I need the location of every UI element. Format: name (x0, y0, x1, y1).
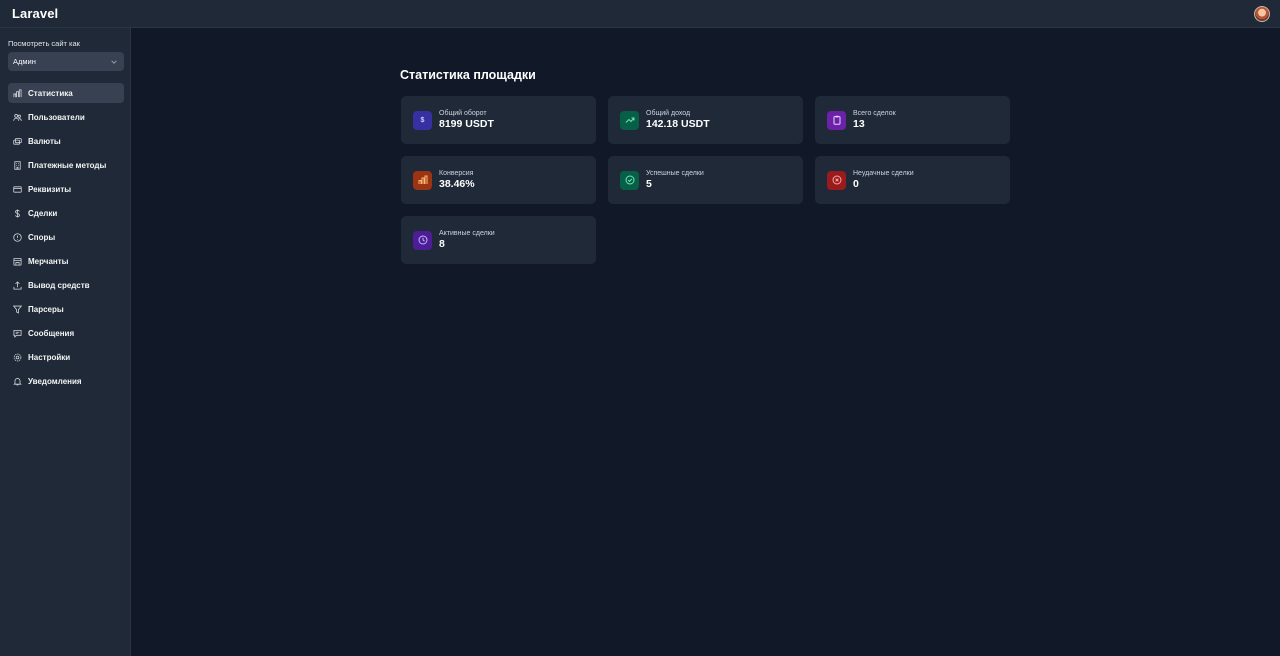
stat-value: 13 (853, 118, 865, 130)
sidebar-item-currencies[interactable]: Валюты (8, 131, 124, 151)
clock-icon (413, 230, 432, 250)
stat-value: 142.18 USDT (646, 118, 710, 130)
clipboard-icon (827, 110, 846, 130)
dollar-icon (15, 209, 20, 217)
stat-label: Конверсия (439, 170, 474, 177)
sidebar-item-settings[interactable]: Настройки (8, 347, 124, 367)
stat-card-active-deals: Активные сделки 8 (401, 216, 596, 264)
stat-card-total-turnover: $ Общий оборот 8199 USDT (401, 96, 596, 144)
sidebar-item-disputes[interactable]: Споры (8, 227, 124, 247)
top-bar: Laravel (0, 0, 1280, 28)
stat-card-conversion: Конверсия 38.46% (401, 156, 596, 204)
building-icon (14, 160, 21, 170)
sidebar-item-notifications[interactable]: Уведомления (8, 371, 124, 391)
sidebar-item-label: Вывод средств (28, 280, 90, 290)
stat-label: Общий доход (646, 110, 691, 117)
stat-label: Успешные сделки (646, 170, 704, 177)
stat-label: Активные сделки (439, 230, 495, 237)
app-title[interactable]: Laravel (12, 6, 58, 21)
view-as-value: Админ (13, 57, 36, 66)
sidebar-item-label: Споры (28, 232, 56, 242)
stat-value: 8 (439, 238, 445, 250)
stat-card-total-income: Общий доход 142.18 USDT (608, 96, 803, 144)
sidebar-item-users[interactable]: Пользователи (8, 107, 124, 127)
stat-value: 0 (853, 178, 859, 190)
stat-label: Неудачные сделки (853, 170, 914, 177)
sidebar-item-deals[interactable]: Сделки (8, 203, 124, 223)
sidebar-item-label: Настройки (28, 352, 71, 362)
sidebar-item-label: Мерчанты (28, 256, 69, 266)
sidebar-item-messages[interactable]: Сообщения (8, 323, 124, 343)
view-as-select[interactable]: Админ (8, 52, 124, 71)
stat-card-total-deals: Всего сделок 13 (815, 96, 1010, 144)
sidebar-item-label: Реквизиты (28, 184, 72, 194)
sidebar-item-label: Сделки (28, 208, 58, 218)
sidebar-item-label: Парсеры (28, 304, 64, 314)
sidebar-item-withdrawals[interactable]: Вывод средств (8, 275, 124, 295)
sidebar-item-label: Статистика (28, 88, 73, 98)
stat-label: Общий оборот (439, 110, 487, 117)
stat-card-failed-deals: Неудачные сделки 0 (815, 156, 1010, 204)
users-icon (13, 113, 22, 121)
gear-icon (13, 353, 22, 361)
upload-icon (13, 280, 22, 290)
x-circle-icon (827, 170, 846, 190)
stat-value: 5 (646, 178, 652, 190)
sidebar-nav: Статистика Пользователи Валюты Платежные… (8, 83, 124, 391)
sidebar-item-label: Платежные методы (28, 160, 107, 170)
credit-card-icon (13, 185, 22, 193)
chevron-down-icon (111, 59, 117, 64)
avatar[interactable] (1254, 5, 1270, 22)
sidebar-item-parsers[interactable]: Парсеры (8, 299, 124, 319)
stat-value: 8199 USDT (439, 118, 494, 130)
sidebar-item-requisites[interactable]: Реквизиты (8, 179, 124, 199)
sidebar-item-payment-methods[interactable]: Платежные методы (8, 155, 124, 175)
dollar-icon: $ (413, 110, 432, 130)
chart-bar-icon (13, 88, 22, 97)
sidebar-item-merchants[interactable]: Мерчанты (8, 251, 124, 271)
filter-icon (13, 305, 22, 314)
page-title: Статистика площадки (400, 68, 536, 82)
check-circle-icon (620, 170, 639, 190)
sidebar-item-label: Пользователи (28, 112, 85, 122)
info-circle-icon (13, 232, 22, 242)
trending-up-icon (620, 110, 639, 130)
sidebar-item-label: Валюты (28, 136, 61, 146)
bell-icon (13, 377, 22, 385)
store-icon (13, 257, 22, 266)
sidebar: Посмотреть сайт как Админ Статистика Пол… (0, 28, 131, 656)
view-as-label: Посмотреть сайт как (8, 39, 80, 48)
sidebar-item-statistics[interactable]: Статистика (8, 83, 124, 103)
chat-icon (13, 329, 22, 338)
stat-value: 38.46% (439, 178, 475, 190)
stat-label: Всего сделок (853, 110, 896, 117)
currency-icon (13, 137, 22, 145)
chart-bar-icon (413, 170, 432, 190)
sidebar-item-label: Сообщения (28, 328, 75, 338)
stat-card-successful-deals: Успешные сделки 5 (608, 156, 803, 204)
sidebar-item-label: Уведомления (28, 376, 82, 386)
